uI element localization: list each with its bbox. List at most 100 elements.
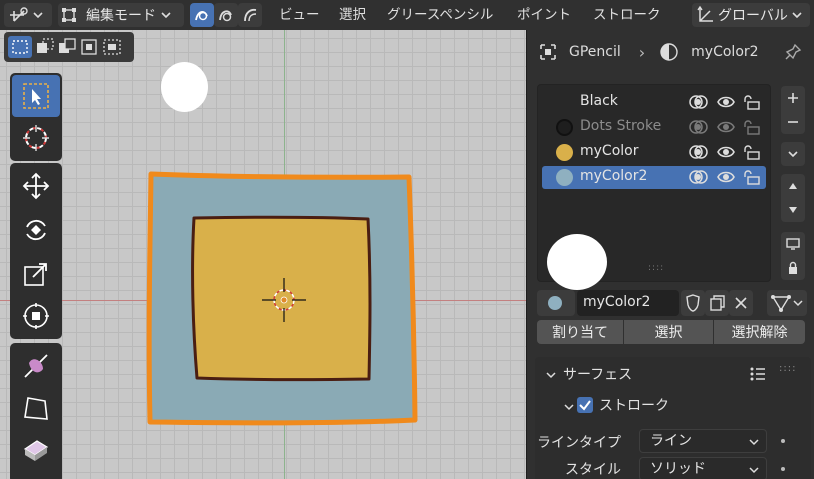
monitor-icon xyxy=(786,238,800,250)
object-data-icon xyxy=(540,44,556,60)
lock-icon xyxy=(789,261,797,274)
orientation-axes-icon xyxy=(697,5,713,22)
material-swatch xyxy=(556,119,573,136)
chevron-down-icon xyxy=(161,12,171,19)
onion-skin-icon[interactable] xyxy=(688,93,710,111)
slot-toggle-group xyxy=(688,118,762,136)
checkmark-icon xyxy=(579,400,591,411)
keyframe-dot-icon[interactable] xyxy=(781,439,785,443)
material-slot-name: myColor xyxy=(580,143,639,159)
select-button[interactable]: 選択 xyxy=(624,320,713,344)
duplicate-material-button[interactable] xyxy=(705,290,729,316)
transform-orientation-dropdown[interactable]: グローバル xyxy=(692,3,810,27)
material-slot-name: Dots Stroke xyxy=(580,118,662,134)
copy-icon xyxy=(710,295,725,311)
style-value: ソリッド xyxy=(650,461,706,477)
material-slot[interactable]: myColor xyxy=(542,141,766,164)
material-sphere-icon xyxy=(660,43,678,61)
keyframe-dot-icon[interactable] xyxy=(781,467,785,471)
deselect-button[interactable]: 選択解除 xyxy=(714,320,805,344)
curve-edit-icon xyxy=(195,11,208,21)
eye-icon[interactable] xyxy=(716,143,736,161)
annotation-balloon xyxy=(161,62,208,112)
eye-icon[interactable] xyxy=(716,168,736,186)
stroke-label: ストローク xyxy=(599,398,669,414)
material-slot[interactable]: myColor2 xyxy=(542,166,766,189)
onion-skin-icon[interactable] xyxy=(688,143,710,161)
menu-point[interactable]: ポイント xyxy=(517,5,571,25)
slot-specials-button[interactable] xyxy=(781,142,805,166)
surface-section-title[interactable]: サーフェス xyxy=(563,364,632,384)
menu-select[interactable]: 選択 xyxy=(339,5,366,25)
shield-icon xyxy=(686,294,700,312)
deselect-button-label: 選択解除 xyxy=(731,325,788,341)
3d-viewport[interactable] xyxy=(0,30,526,479)
drag-handle-icon[interactable]: :::: xyxy=(779,363,796,374)
unlink-material-button[interactable] xyxy=(729,290,753,316)
onion-skin-icon[interactable] xyxy=(688,168,710,186)
list-resize-handle[interactable]: :::: xyxy=(648,263,664,273)
vertex-mode-icon xyxy=(771,295,803,312)
menu-stroke[interactable]: ストローク xyxy=(593,5,661,25)
add-slot-button[interactable] xyxy=(781,86,805,110)
chevron-down-icon[interactable] xyxy=(563,401,575,413)
unlock-icon[interactable] xyxy=(742,93,762,111)
grease-pencil-canvas xyxy=(146,171,418,426)
mode-dropdown[interactable]: 編集モード xyxy=(58,3,184,27)
editor-type-button[interactable] xyxy=(4,3,52,27)
slot-toggle-group xyxy=(688,168,762,186)
triangle-up-icon xyxy=(789,183,797,189)
eye-icon[interactable] xyxy=(716,118,736,136)
style-label: スタイル xyxy=(565,462,621,478)
shader-type-dropdown[interactable] xyxy=(767,290,807,316)
onion-skin-icon[interactable] xyxy=(688,118,710,136)
pin-icon[interactable] xyxy=(783,42,803,62)
move-slot-down-button[interactable] xyxy=(781,198,805,222)
properties-panel: GPencil › myColor2 Black Dots Stroke myC… xyxy=(526,30,814,479)
surface-section: サーフェス :::: ストローク ラインタイプ ライン スタイル ソリッド xyxy=(535,357,811,479)
axis-gizmo-icon xyxy=(10,7,43,22)
style-dropdown[interactable]: ソリッド xyxy=(639,457,767,479)
minus-icon xyxy=(788,121,798,123)
material-swatch xyxy=(556,144,573,161)
orientation-label: グローバル xyxy=(718,8,788,24)
move-slot-up-button[interactable] xyxy=(781,174,805,198)
stroke-edit-button[interactable] xyxy=(214,3,238,27)
stroke-checkbox[interactable] xyxy=(577,397,593,413)
list-icon[interactable] xyxy=(749,366,767,382)
assign-button-label: 割り当て xyxy=(552,325,608,341)
stroke-multiframe-button[interactable] xyxy=(190,3,214,27)
menu-view[interactable]: ビュー xyxy=(279,5,320,25)
line-type-value: ライン xyxy=(650,433,692,449)
unlock-icon[interactable] xyxy=(742,143,762,161)
mode-label: 編集モード xyxy=(86,8,156,24)
unlock-icon[interactable] xyxy=(742,118,762,136)
select-button-label: 選択 xyxy=(654,325,683,341)
remove-slot-button[interactable] xyxy=(781,110,805,134)
eye-icon[interactable] xyxy=(716,93,736,111)
material-slot[interactable]: Black xyxy=(542,91,766,114)
line-type-dropdown[interactable]: ライン xyxy=(639,429,767,453)
material-swatch xyxy=(556,169,573,186)
chevron-down-icon xyxy=(749,467,759,474)
isolate-button[interactable] xyxy=(781,232,805,256)
viewport-header: 編集モード ビュー 選択 グリースペンシル ポイント ストローク グローバル xyxy=(0,0,814,30)
material-slot-name: Black xyxy=(580,93,618,109)
unlock-icon[interactable] xyxy=(742,168,762,186)
chevron-down-icon xyxy=(792,12,802,19)
chevron-down-icon xyxy=(788,151,798,158)
material-slot[interactable]: Dots Stroke xyxy=(542,116,766,139)
fake-user-button[interactable] xyxy=(681,290,705,316)
annotation-balloon xyxy=(547,234,607,290)
lock-all-button[interactable] xyxy=(781,256,805,280)
plus-icon xyxy=(788,93,798,103)
material-browse-swatch xyxy=(548,296,562,310)
chevron-down-icon[interactable] xyxy=(545,369,557,381)
properties-breadcrumb: GPencil › myColor2 xyxy=(527,30,814,74)
stroke-falloff-button[interactable] xyxy=(238,3,262,27)
edit-mode-icon xyxy=(62,8,76,22)
assign-button[interactable]: 割り当て xyxy=(537,320,623,344)
material-browse-button[interactable] xyxy=(537,290,575,316)
menu-grease-pencil[interactable]: グリースペンシル xyxy=(387,5,493,25)
material-name-field[interactable]: myColor2 xyxy=(577,290,679,316)
